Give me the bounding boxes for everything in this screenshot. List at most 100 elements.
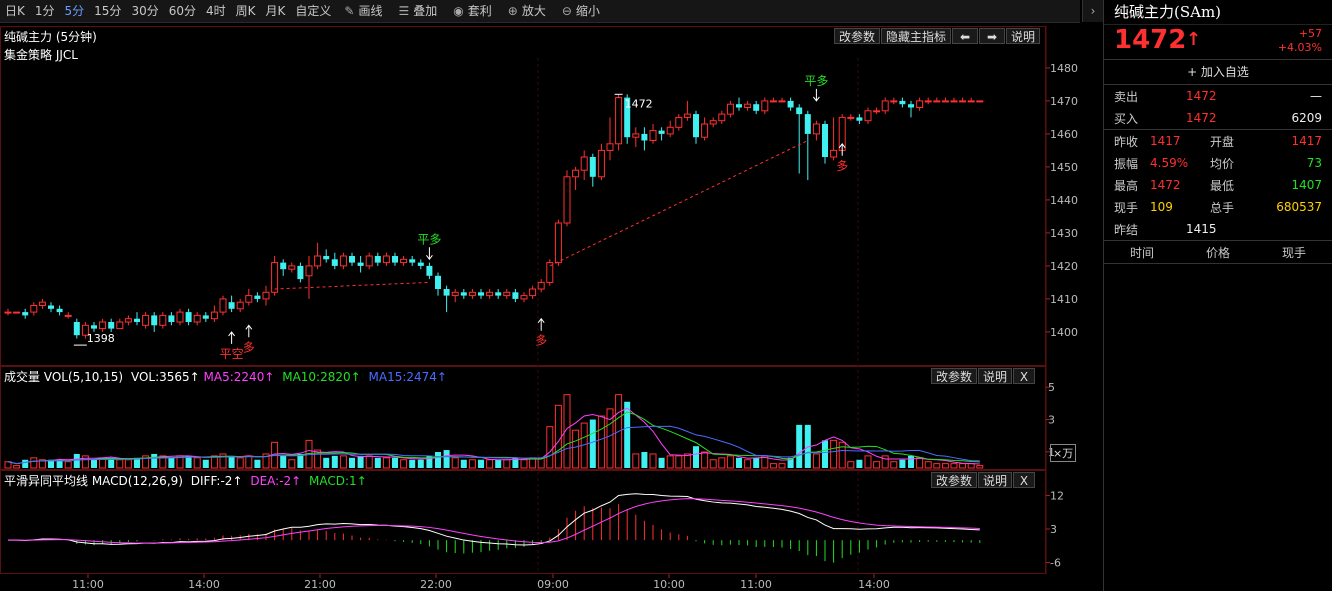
volume-bar: [323, 457, 330, 468]
buy-volume: 6209: [1291, 111, 1322, 125]
stat-label: 开盘: [1210, 134, 1235, 149]
volume-bar: [451, 457, 459, 469]
candle-body: [950, 100, 958, 103]
candle-body: [830, 149, 838, 158]
volume-bar: [73, 453, 80, 468]
candle-body: [666, 126, 674, 135]
volume-bar: [64, 461, 72, 469]
candle-body: [271, 262, 279, 293]
volume-bar: [666, 455, 674, 469]
price-tick-label: 1440: [1050, 194, 1078, 207]
candle-body: [374, 256, 381, 263]
candle-body: [331, 259, 338, 266]
price-tick-label: 1410: [1050, 293, 1078, 306]
candle-body: [91, 325, 97, 329]
candle-body: [796, 107, 803, 115]
trend-line: [549, 140, 809, 267]
sell-row: 卖出 1472 —: [1104, 85, 1332, 107]
volume-bar: [22, 459, 29, 468]
candle-body: [675, 116, 683, 128]
volume-bar: [632, 453, 640, 469]
volume-bar: [641, 452, 648, 468]
signal-label: 多: [243, 340, 255, 354]
candle-body: [769, 100, 777, 103]
volume-bar: [753, 457, 760, 468]
candle-body: [899, 100, 906, 105]
volume-bar: [151, 453, 158, 468]
candle-body: [245, 295, 253, 303]
candle-body: [778, 100, 786, 103]
candle-body: [554, 222, 562, 264]
volume-bar: [822, 440, 828, 468]
price-tick-label: 1450: [1050, 161, 1078, 174]
volume-bar: [967, 463, 975, 469]
candle-body: [468, 291, 476, 297]
candle-body: [563, 176, 571, 224]
stat-value: 4.59%: [1150, 156, 1189, 170]
candle-body: [254, 295, 261, 299]
volume-bar: [718, 457, 726, 469]
volume-bar: [202, 459, 209, 468]
candle-body: [38, 301, 46, 307]
candle-body: [933, 100, 941, 103]
volume-bar: [649, 453, 657, 469]
volume-bar: [941, 463, 949, 469]
volume-bar: [392, 457, 398, 468]
stat-label: 现手: [1114, 200, 1139, 215]
volume-bar: [933, 463, 941, 469]
volume-bar: [976, 465, 984, 469]
candle-body: [236, 301, 244, 310]
stat-value: 1417: [1291, 134, 1322, 148]
time-tick-label: 11:00: [740, 578, 772, 591]
volume-bar: [382, 457, 390, 469]
candle-body: [314, 255, 322, 267]
candle-body: [48, 305, 54, 309]
candle-body: [615, 97, 623, 145]
add-watchlist-button[interactable]: + 加入自选: [1104, 60, 1332, 85]
time-tick-label: 14:00: [858, 578, 890, 591]
volume-bar: [374, 457, 381, 468]
time-tick-label: 22:00: [420, 578, 452, 591]
volume-bar: [546, 426, 554, 469]
stat-value: 1417: [1150, 134, 1181, 148]
candle-body: [726, 103, 734, 115]
candle-body: [881, 100, 889, 112]
trend-line: [274, 281, 430, 290]
candle-body: [228, 302, 235, 309]
volume-bar: [924, 461, 932, 469]
volume-bar: [30, 457, 38, 469]
candle-body: [365, 255, 373, 267]
volume-bar: [959, 463, 967, 469]
volume-bar: [254, 459, 261, 468]
volume-bar: [916, 457, 924, 469]
candle-body: [822, 124, 828, 157]
stat-label: 总手: [1210, 200, 1235, 215]
candle-body: [262, 291, 270, 300]
candle-body: [219, 298, 227, 313]
volume-bar: [778, 463, 786, 469]
price-tick-label: 1480: [1050, 62, 1078, 75]
volume-bar: [13, 465, 21, 469]
volume-bar: [589, 419, 596, 468]
stat-label: 最高: [1114, 178, 1139, 193]
candle-body: [941, 100, 949, 103]
candle-body: [357, 262, 364, 266]
signal-arrow-down-icon: [426, 247, 433, 261]
settle-row: 昨结 1415: [1104, 218, 1332, 241]
time-tick-label: 09:00: [537, 578, 569, 591]
arrow-up-icon: ↑: [1186, 29, 1202, 50]
stat-value: 73: [1306, 156, 1322, 170]
candle-body: [649, 130, 657, 142]
tape-header-time: 时间: [1129, 245, 1154, 260]
candle-body: [959, 100, 967, 103]
candle-body: [683, 113, 691, 118]
signal-arrow-up-icon: [228, 331, 235, 344]
buy-label: 买入: [1114, 111, 1139, 126]
candle-body: [718, 113, 726, 122]
volume-bar: [554, 404, 562, 469]
signal-label: 平多: [417, 232, 441, 246]
candle-body: [124, 318, 132, 323]
last-price: 1472: [1114, 25, 1187, 55]
candle-body: [976, 100, 984, 103]
time-tick-label: 10:00: [653, 578, 685, 591]
